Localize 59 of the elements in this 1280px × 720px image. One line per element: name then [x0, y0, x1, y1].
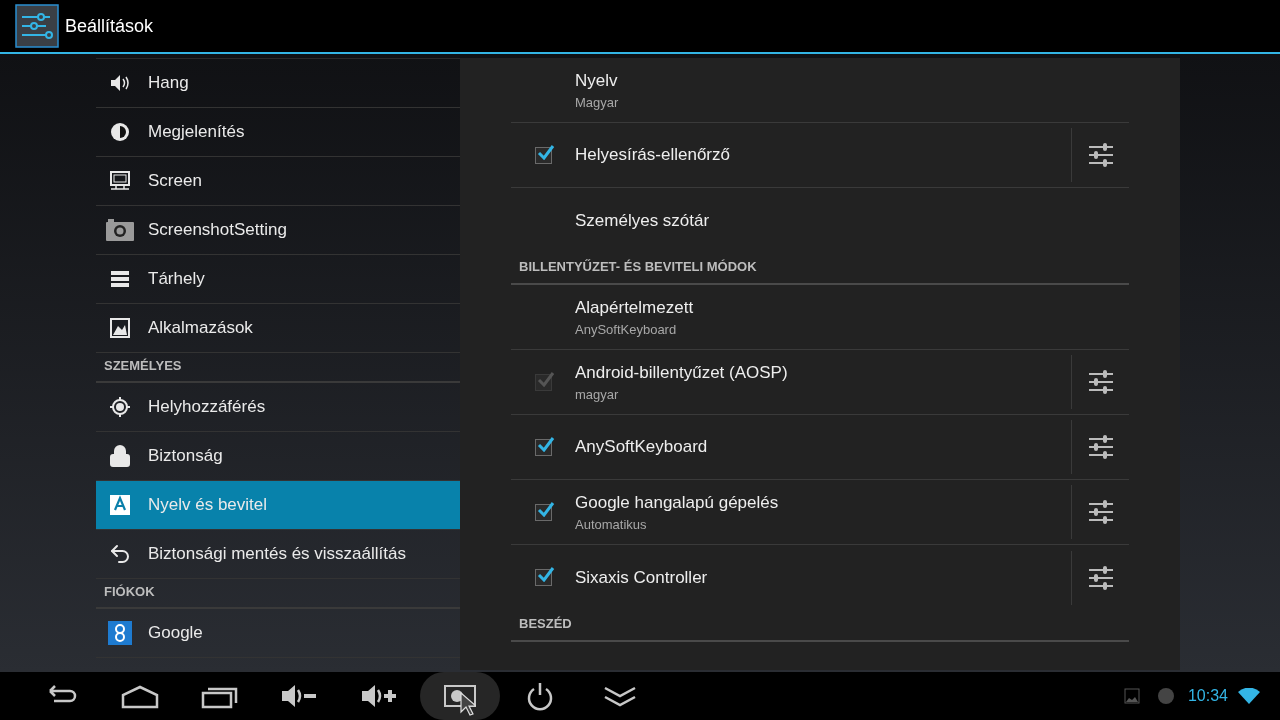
clock: 10:34 [1187, 686, 1228, 706]
setting-item[interactable]: Személyes szótár [575, 188, 1129, 253]
settings-icon[interactable] [1087, 499, 1114, 525]
restore-icon [108, 542, 132, 566]
lock-icon [108, 444, 132, 468]
setting-summary: magyar [575, 386, 620, 404]
setting-title: Személyes szótár [575, 209, 711, 232]
sidebar-item[interactable]: Biztonsági mentés és visszaállítás [96, 530, 460, 579]
brightness-icon [108, 120, 132, 144]
settings-icon[interactable] [1087, 369, 1114, 395]
sidebar-item[interactable]: Google [96, 609, 460, 658]
image-notification-icon [1123, 688, 1140, 704]
setting-summary: Automatikus [575, 516, 648, 534]
sidebar-item[interactable]: Megjelenítés [96, 108, 460, 157]
settings-icon[interactable] [1087, 434, 1114, 460]
setting-item[interactable]: Sixaxis Controller [575, 545, 1071, 610]
checkbox[interactable] [534, 503, 552, 521]
sidebar-item[interactable]: Screen [96, 157, 460, 206]
checkbox[interactable] [534, 438, 552, 456]
settings-icon[interactable] [1087, 142, 1114, 168]
google-icon [108, 621, 132, 645]
setting-title: Helyesírás-ellenőrző [575, 144, 731, 167]
sidebar-item[interactable]: Alkalmazások [96, 304, 460, 353]
window-title: Beállítások [65, 14, 154, 38]
checkbox[interactable] [534, 146, 552, 164]
setting-item[interactable]: Google hangalapú gépelés Automatikus [575, 480, 1071, 544]
section-header: BESZÉD [519, 614, 572, 633]
setting-title: Nyelv [575, 69, 619, 92]
setting-item[interactable]: AnySoftKeyboard [575, 415, 1071, 479]
setting-item[interactable]: Helyesírás-ellenőrző [575, 123, 1071, 187]
setting-summary: Magyar [575, 94, 620, 112]
sidebar-item[interactable]: Hang [96, 59, 460, 108]
section-header: BILLENTYŰZET- ÉS BEVITELI MÓDOK [519, 257, 757, 276]
setting-title: Alapértelmezett [575, 296, 695, 319]
setting-title: Google hangalapú gépelés [575, 491, 780, 514]
setting-title: Android-billentyűzet (AOSP) [575, 361, 789, 384]
monitor-icon [108, 169, 132, 193]
apps-icon [108, 316, 132, 340]
circle-notification-icon [1157, 688, 1174, 704]
nav-button[interactable] [420, 672, 500, 720]
keyboard-letter-icon [108, 493, 132, 517]
location-icon [108, 395, 132, 419]
sidebar-item[interactable]: Nyelv és bevitel [96, 481, 460, 530]
setting-summary: AnySoftKeyboard [575, 321, 678, 339]
setting-title: AnySoftKeyboard [575, 436, 709, 459]
setting-item[interactable]: Nyelv Magyar [575, 58, 1129, 122]
section-header: FIÓKOK [104, 582, 155, 601]
sidebar-item[interactable]: Helyhozzáférés [96, 383, 460, 432]
camera-icon [106, 219, 134, 241]
settings-icon[interactable] [1087, 564, 1114, 591]
mouse-cursor-icon [460, 692, 476, 716]
setting-title: Sixaxis Controller [575, 566, 709, 589]
settings-app-icon[interactable] [15, 4, 59, 48]
wifi-icon [1238, 688, 1260, 704]
setting-item[interactable]: Alapértelmezett AnySoftKeyboard [575, 285, 1129, 349]
section-header: SZEMÉLYES [104, 356, 182, 375]
sidebar-item[interactable]: ScreenshotSetting [96, 206, 460, 255]
checkbox[interactable] [534, 569, 552, 586]
sidebar-item[interactable]: Tárhely [96, 255, 460, 304]
